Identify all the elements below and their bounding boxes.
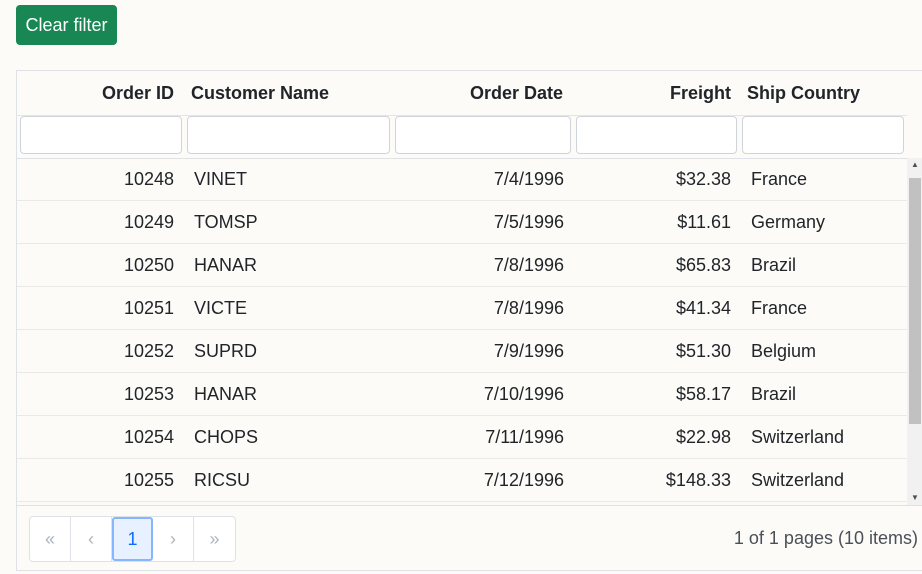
freight-cell: $22.98 <box>675 427 731 447</box>
customer-name-cell: VICTE <box>194 298 248 318</box>
table-row[interactable]: 10254 CHOPS 7/11/1996 $22.98 Switzerland <box>17 416 907 459</box>
order-id-cell: 10251 <box>123 298 174 318</box>
first-page-button[interactable]: « <box>30 517 71 561</box>
column-header-freight[interactable]: Freight <box>577 71 731 115</box>
order-date-cell: 7/12/1996 <box>483 470 564 490</box>
chevron-down-icon[interactable]: ▼ <box>907 491 922 505</box>
customer-name-cell: HANAR <box>194 384 258 404</box>
table-row[interactable]: 10248 VINET 7/4/1996 $32.38 France <box>17 158 907 201</box>
customer-name-cell: VINET <box>194 169 248 189</box>
column-header-order-id[interactable]: Order ID <box>19 71 174 115</box>
ship-country-cell: Belgium <box>751 341 817 361</box>
ship-country-cell: France <box>751 298 808 318</box>
chevron-up-icon[interactable]: ▲ <box>907 158 922 172</box>
freight-cell: $41.34 <box>675 298 731 318</box>
vertical-scrollbar[interactable]: ▲ ▼ <box>907 158 922 505</box>
order-id-cell: 10254 <box>123 427 174 447</box>
previous-page-button[interactable]: ‹ <box>71 517 112 561</box>
order-date-filter-input[interactable] <box>395 116 571 154</box>
order-id-cell: 10252 <box>123 341 174 361</box>
ship-country-cell: Brazil <box>751 384 797 404</box>
current-page-button[interactable]: 1 <box>112 517 153 561</box>
freight-cell: $11.61 <box>677 212 731 232</box>
order-id-filter-input[interactable] <box>20 116 182 154</box>
table-row[interactable]: 10250 HANAR 7/8/1996 $65.83 Brazil <box>17 244 907 287</box>
grid-footer: « ‹ 1 › » 1 of 1 pages (10 items) <box>17 505 922 572</box>
order-date-cell: 7/10/1996 <box>483 384 564 404</box>
order-date-cell: 7/8/1996 <box>493 255 564 275</box>
customer-name-cell: SUPRD <box>194 341 258 361</box>
pagination: « ‹ 1 › » <box>29 516 236 562</box>
customer-name-cell: RICSU <box>194 470 251 490</box>
ship-country-cell: Germany <box>751 212 826 232</box>
next-page-button[interactable]: › <box>153 517 194 561</box>
page-info: 1 of 1 pages (10 items) <box>733 528 918 548</box>
ship-country-cell: Switzerland <box>751 427 845 447</box>
freight-cell: $148.33 <box>665 470 731 490</box>
order-id-cell: 10255 <box>123 470 174 490</box>
order-id-cell: 10249 <box>123 212 174 232</box>
order-date-cell: 7/5/1996 <box>493 212 564 232</box>
customer-name-cell: TOMSP <box>194 212 258 232</box>
header-row: Order ID Customer Name Order Date Freigh… <box>17 71 907 116</box>
ship-country-cell: France <box>751 169 808 189</box>
order-date-cell: 7/8/1996 <box>493 298 564 318</box>
customer-name-filter-input[interactable] <box>187 116 390 154</box>
filter-row <box>17 115 922 159</box>
table-row[interactable]: 10251 VICTE 7/8/1996 $41.34 France <box>17 287 907 330</box>
order-id-cell: 10248 <box>123 169 174 189</box>
ship-country-cell: Brazil <box>751 255 797 275</box>
column-header-customer-name[interactable]: Customer Name <box>191 71 391 115</box>
freight-filter-input[interactable] <box>576 116 737 154</box>
table-row[interactable]: 10255 RICSU 7/12/1996 $148.33 Switzerlan… <box>17 459 907 502</box>
order-date-cell: 7/4/1996 <box>493 169 564 189</box>
freight-cell: $58.17 <box>675 384 731 404</box>
clear-filter-button[interactable]: Clear filter <box>16 5 117 45</box>
order-id-cell: 10250 <box>123 255 174 275</box>
table-row[interactable]: 10253 HANAR 7/10/1996 $58.17 Brazil <box>17 373 907 416</box>
orders-grid: Order ID Customer Name Order Date Freigh… <box>16 70 922 571</box>
grid-body: 10248 VINET 7/4/1996 $32.38 France 10249… <box>17 158 907 505</box>
freight-cell: $65.83 <box>675 255 731 275</box>
customer-name-cell: HANAR <box>194 255 258 275</box>
scrollbar-thumb[interactable] <box>909 178 921 424</box>
freight-cell: $51.30 <box>675 341 731 361</box>
ship-country-filter-input[interactable] <box>742 116 904 154</box>
table-row[interactable]: 10252 SUPRD 7/9/1996 $51.30 Belgium <box>17 330 907 373</box>
last-page-button[interactable]: » <box>194 517 235 561</box>
order-date-cell: 7/11/1996 <box>485 427 564 447</box>
ship-country-cell: Switzerland <box>751 470 845 490</box>
customer-name-cell: CHOPS <box>194 427 259 447</box>
order-id-cell: 10253 <box>123 384 174 404</box>
freight-cell: $32.38 <box>675 169 731 189</box>
order-date-cell: 7/9/1996 <box>493 341 564 361</box>
table-row[interactable]: 10249 TOMSP 7/5/1996 $11.61 Germany <box>17 201 907 244</box>
column-header-ship-country[interactable]: Ship Country <box>747 71 907 115</box>
column-header-order-date[interactable]: Order Date <box>393 71 563 115</box>
